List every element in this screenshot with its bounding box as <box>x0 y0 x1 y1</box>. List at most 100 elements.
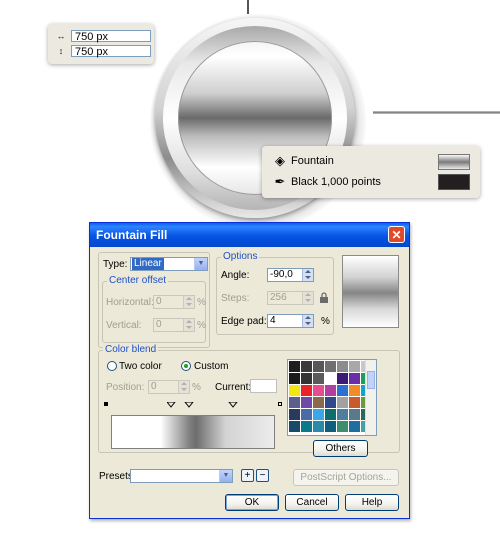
help-button[interactable]: Help <box>345 494 399 511</box>
steps-input[interactable]: 256 <box>267 291 314 305</box>
postscript-options-button[interactable]: PostScript Options... <box>293 469 399 486</box>
palette-swatch[interactable] <box>289 421 300 432</box>
palette-swatch[interactable] <box>301 385 312 396</box>
color-palette[interactable] <box>287 359 377 436</box>
height-row: ↕ 750 px <box>55 45 153 58</box>
options-legend: Options <box>221 251 260 262</box>
gradient-node-markers[interactable] <box>167 402 287 410</box>
vertical-input[interactable]: 0 <box>153 318 195 332</box>
position-value: 0 <box>151 381 157 392</box>
dialog-titlebar[interactable]: Fountain Fill ✕ <box>90 223 409 247</box>
palette-swatch[interactable] <box>337 373 348 384</box>
position-input[interactable]: 0 <box>148 380 190 394</box>
palette-swatch[interactable] <box>325 397 336 408</box>
palette-swatch[interactable] <box>313 373 324 384</box>
gradient-ramp[interactable] <box>111 415 275 449</box>
color-blend-legend: Color blend <box>103 344 159 355</box>
height-field[interactable]: 750 px <box>71 45 151 58</box>
start-marker[interactable] <box>104 402 108 406</box>
palette-swatch[interactable] <box>325 421 336 432</box>
palette-swatch[interactable] <box>289 409 300 420</box>
edge-pad-spinner[interactable] <box>302 315 313 327</box>
vertical-spinner[interactable] <box>183 319 194 331</box>
fill-swatch <box>438 154 470 170</box>
palette-swatch[interactable] <box>313 361 324 372</box>
horizontal-input[interactable]: 0 <box>153 295 195 309</box>
palette-swatch[interactable] <box>301 373 312 384</box>
lock-icon[interactable] <box>319 292 329 303</box>
fill-outline-panel: ◈ Fountain ✒ Black 1,000 points <box>262 146 480 198</box>
palette-swatch[interactable] <box>289 385 300 396</box>
width-row: ↔ 750 px <box>55 30 153 43</box>
palette-swatch[interactable] <box>301 361 312 372</box>
position-spinner[interactable] <box>178 381 189 393</box>
vertical-label: Vertical: <box>106 320 142 331</box>
gradient-node-2[interactable] <box>184 402 194 408</box>
height-icon: ↕ <box>58 46 64 56</box>
current-color-swatch[interactable] <box>250 379 277 393</box>
palette-swatch[interactable] <box>313 397 324 408</box>
palette-scrollbar[interactable] <box>365 360 376 435</box>
palette-swatch[interactable] <box>349 373 360 384</box>
palette-swatch[interactable] <box>349 409 360 420</box>
custom-radio[interactable] <box>181 361 191 371</box>
close-button[interactable]: ✕ <box>388 226 405 243</box>
others-button[interactable]: Others <box>313 440 368 457</box>
width-icon: ↔ <box>56 31 66 41</box>
palette-scroll-thumb[interactable] <box>367 371 375 389</box>
angle-input[interactable]: -90,0 <box>267 268 314 282</box>
palette-swatch[interactable] <box>313 385 324 396</box>
presets-select[interactable]: ▼ <box>130 469 233 483</box>
palette-swatch[interactable] <box>337 361 348 372</box>
two-color-radio[interactable] <box>107 361 117 371</box>
type-select[interactable]: Linear ▼ <box>130 257 208 271</box>
palette-swatch[interactable] <box>337 421 348 432</box>
palette-swatch[interactable] <box>289 373 300 384</box>
angle-spinner[interactable] <box>302 269 313 281</box>
palette-swatch[interactable] <box>301 421 312 432</box>
palette-swatch[interactable] <box>325 373 336 384</box>
cancel-button[interactable]: Cancel <box>285 494 339 511</box>
vertical-value: 0 <box>156 319 162 330</box>
palette-swatch[interactable] <box>313 421 324 432</box>
dialog-title: Fountain Fill <box>96 228 168 242</box>
palette-swatch[interactable] <box>313 409 324 420</box>
add-preset-button[interactable]: + <box>241 469 254 482</box>
gradient-node-1[interactable] <box>167 402 176 408</box>
palette-swatch[interactable] <box>349 397 360 408</box>
chevron-down-icon[interactable]: ▼ <box>194 258 207 270</box>
palette-swatch[interactable] <box>337 385 348 396</box>
gradient-preview[interactable] <box>342 255 399 328</box>
edge-pad-unit: % <box>321 316 330 327</box>
palette-swatch[interactable] <box>337 409 348 420</box>
ok-button[interactable]: OK <box>225 494 279 511</box>
palette-swatch[interactable] <box>337 397 348 408</box>
palette-swatch[interactable] <box>301 409 312 420</box>
horizontal-spinner[interactable] <box>183 296 194 308</box>
width-field[interactable]: 750 px <box>71 30 151 43</box>
current-label: Current: <box>215 382 252 393</box>
chevron-down-icon[interactable]: ▼ <box>219 470 232 482</box>
palette-grid[interactable] <box>289 361 372 432</box>
palette-swatch[interactable] <box>289 397 300 408</box>
palette-swatch[interactable] <box>325 361 336 372</box>
horizontal-label: Horizontal: <box>106 297 154 308</box>
edge-pad-input[interactable]: 4 <box>267 314 314 328</box>
palette-swatch[interactable] <box>301 397 312 408</box>
guide-line-horizontal <box>373 111 500 114</box>
palette-swatch[interactable] <box>349 361 360 372</box>
angle-value: -90,0 <box>270 269 293 280</box>
palette-swatch[interactable] <box>349 385 360 396</box>
object-size-panel: ↔ 750 px ↕ 750 px <box>48 24 154 64</box>
remove-preset-button[interactable]: − <box>256 469 269 482</box>
horizontal-unit: % <box>197 297 206 308</box>
fill-type-label: Fountain <box>291 155 334 167</box>
steps-label: Steps: <box>221 293 250 304</box>
palette-swatch[interactable] <box>325 409 336 420</box>
pen-nib-icon: ✒ <box>274 174 286 189</box>
palette-swatch[interactable] <box>289 361 300 372</box>
gradient-node-3[interactable] <box>228 402 238 408</box>
palette-swatch[interactable] <box>349 421 360 432</box>
steps-spinner[interactable] <box>302 292 313 304</box>
palette-swatch[interactable] <box>325 385 336 396</box>
